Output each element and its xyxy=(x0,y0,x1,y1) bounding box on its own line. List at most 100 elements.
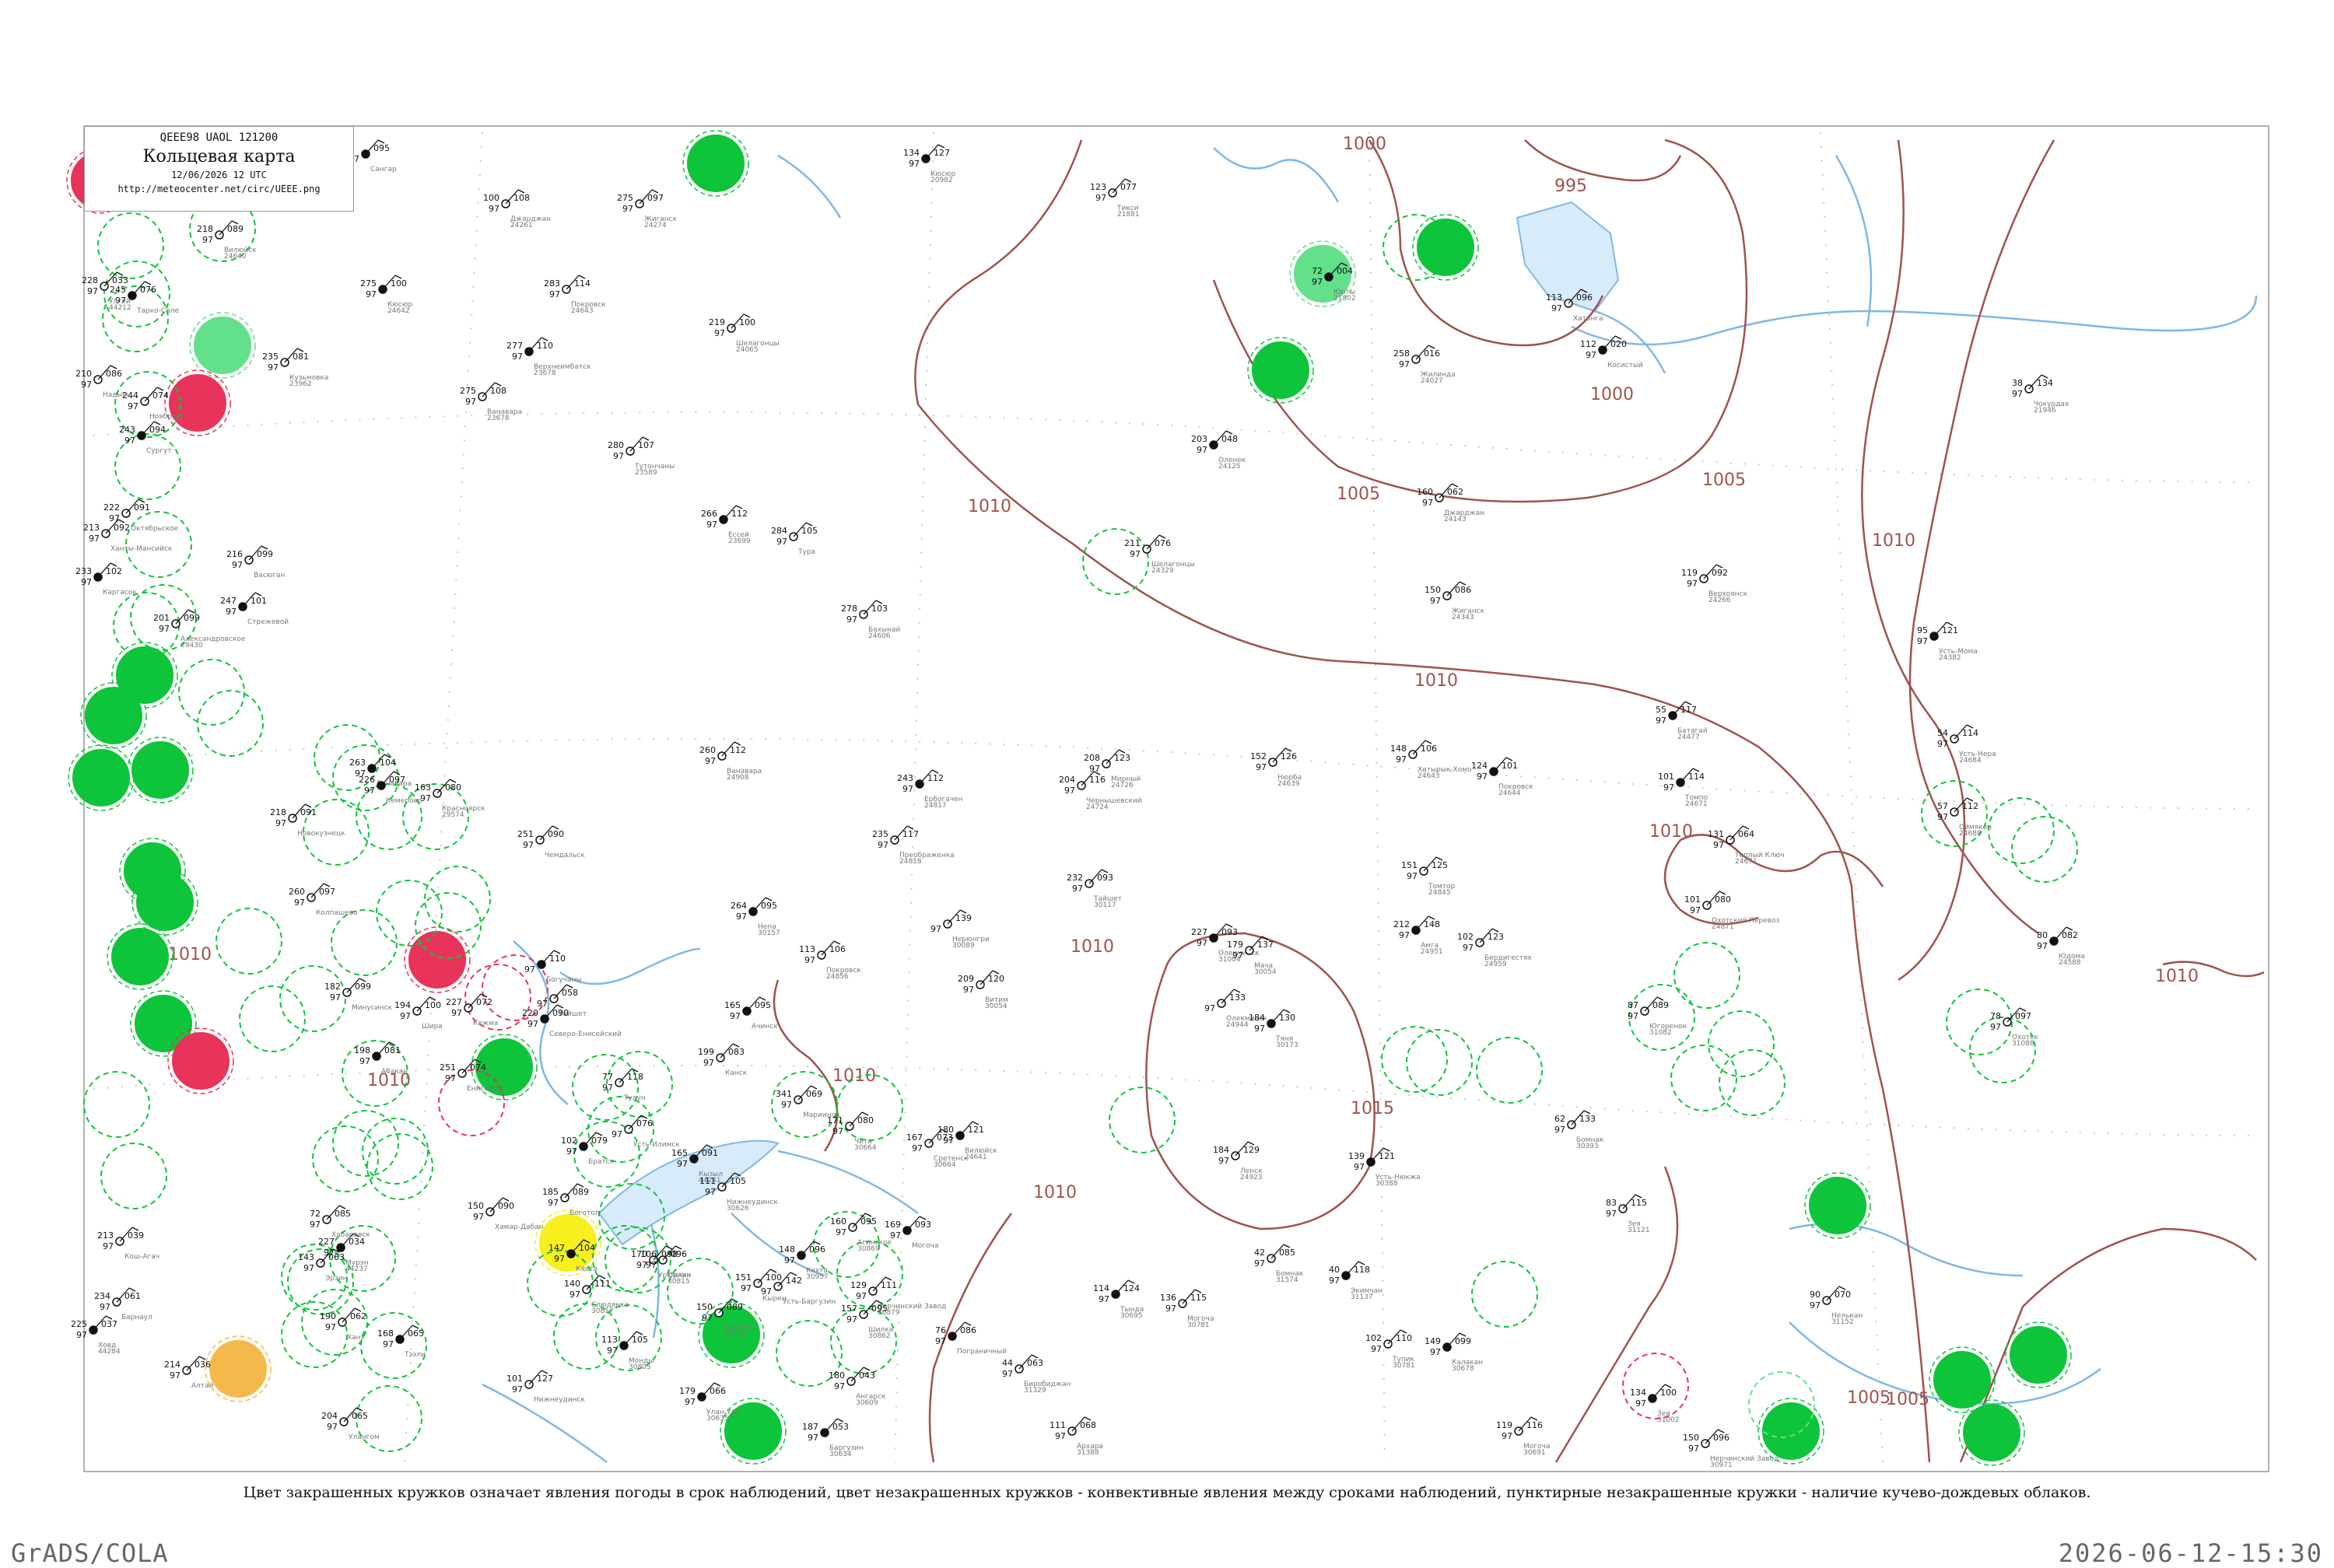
station-dewpoint: 97 xyxy=(1312,277,1323,287)
station-temperature: 283 xyxy=(544,278,560,289)
station-temperature: 211 xyxy=(1124,538,1141,548)
station-plot: 40 1189731137Экимчан xyxy=(1329,1261,1383,1301)
station-pressure: 058 xyxy=(562,988,578,998)
station-plot: 225 0379744284Ховд xyxy=(71,1315,121,1356)
station-name: Агинское xyxy=(857,1239,892,1247)
phenomenon-circle-filled xyxy=(169,374,226,432)
station-pressure: 123 xyxy=(1114,753,1130,763)
station-temperature: 77 xyxy=(602,1072,613,1082)
station-pressure: 090 xyxy=(548,829,564,839)
station-temperature: 95 xyxy=(1917,625,1928,635)
station-plot: 232 0939730117Тайшет xyxy=(1067,869,1122,909)
station-pressure: 134 xyxy=(2037,378,2053,388)
station-dewpoint: 97 xyxy=(445,1073,456,1083)
station-pressure: 091 xyxy=(702,1148,718,1158)
station-temperature: 260 xyxy=(699,745,716,755)
station-name: Усть-Нюкжа xyxy=(1376,1174,1421,1181)
station-dewpoint: 97 xyxy=(1399,930,1410,940)
station-dewpoint: 97 xyxy=(1165,1304,1176,1314)
station-pressure: 099 xyxy=(1455,1336,1471,1346)
station-dewpoint: 97 xyxy=(1197,938,1207,948)
station-plot: 72 085 97 Хабаровск xyxy=(310,1205,370,1239)
station-dewpoint: 97 xyxy=(327,1422,338,1432)
source-url[interactable]: http://meteocenter.net/circ/UEEE.png xyxy=(85,184,353,194)
station-name: Покровск xyxy=(571,301,606,309)
isobar-label: 1005 xyxy=(1886,1390,1929,1409)
station-dewpoint: 97 xyxy=(702,1313,713,1323)
station-temperature: 101 xyxy=(506,1374,523,1384)
station-dewpoint: 97 xyxy=(81,380,92,390)
station-dewpoint: 97 xyxy=(100,1302,110,1312)
station-temperature: 119 xyxy=(1681,568,1698,578)
station-dewpoint: 97 xyxy=(294,898,305,908)
station-name: Юрты xyxy=(1333,289,1355,296)
station-name: Тура xyxy=(797,548,815,556)
station-plot: 275 1089723678Ванавара xyxy=(460,382,522,422)
station-plot: 150 0869724343Жиганск xyxy=(1425,581,1485,621)
station-plot: 76 086 97 Пограничный xyxy=(935,1321,1007,1356)
station-dewpoint: 97 xyxy=(202,235,213,245)
phenomenon-circle-dashed xyxy=(312,1125,379,1192)
station-dewpoint: 97 xyxy=(613,451,624,461)
station-plot: 234 061 97 Барнаул xyxy=(94,1287,152,1321)
station-plot: 101 0809724871Охотский Перевоз xyxy=(1684,891,1779,931)
station-pressure: 112 xyxy=(730,745,746,755)
station-plot: 203 0489724125Оленек xyxy=(1191,430,1246,471)
isobar-label: 1005 xyxy=(1337,485,1380,504)
station-dewpoint: 97 xyxy=(1713,840,1724,850)
station-plot: 101 1149724671Томпо xyxy=(1658,768,1708,808)
station-name: Вилюйск xyxy=(965,1147,997,1155)
station-name: Улан-Удэ xyxy=(706,1409,740,1416)
station-name: Канск xyxy=(725,1069,748,1077)
station-pressure: 117 xyxy=(902,829,919,839)
station-pressure: 120 xyxy=(988,974,1004,984)
station-dewpoint: 97 xyxy=(1354,1162,1365,1172)
station-pressure: 039 xyxy=(128,1230,144,1241)
legend-caption: Цвет закрашенных кружков означает явлени… xyxy=(243,1484,2091,1501)
phenomenon-circle-dashed xyxy=(1708,1010,1775,1077)
station-plot: 168 065 97 Тээли xyxy=(377,1325,426,1359)
station-name: Бомнак xyxy=(1276,1270,1304,1278)
station-pressure: 105 xyxy=(632,1335,648,1345)
station-pressure: 107 xyxy=(638,440,654,450)
station-dewpoint: 97 xyxy=(834,1381,845,1391)
station-temperature: 185 xyxy=(542,1187,559,1197)
station-name: Мурэн xyxy=(345,1259,369,1267)
station-dewpoint: 97 xyxy=(310,1220,321,1230)
station-name: Ачинск xyxy=(752,1023,778,1031)
station-plot: 152 1269724639Нюрба xyxy=(1250,747,1302,788)
phenomenon-circle-dashed xyxy=(178,659,245,726)
station-dewpoint: 97 xyxy=(1937,739,1948,749)
station-pressure: 073 xyxy=(937,1132,953,1143)
station-temperature: 264 xyxy=(731,901,747,911)
station-plot: 111 1059730626Нижнеудинск xyxy=(699,1172,778,1213)
station-name: Жилинда xyxy=(1421,371,1456,379)
station-plot: 163 0809729574Красноярск xyxy=(415,779,485,819)
station-dewpoint: 97 xyxy=(548,1198,559,1208)
station-plot: 204 065 97 Улангом xyxy=(321,1407,380,1441)
bulletin-code: QEEE98 UAOL 121200 xyxy=(159,131,279,144)
station-plot: 124 1019724644Покровск xyxy=(1471,757,1533,797)
station-plot: 213 039 97 Кош-Агач xyxy=(97,1227,159,1261)
station-temperature: 57 xyxy=(1937,801,1948,811)
station-temperature: 243 xyxy=(897,773,913,783)
station-temperature: 199 xyxy=(698,1047,714,1057)
station-plot: 280 1079723589Тутончаны xyxy=(608,436,675,477)
station-temperature: 275 xyxy=(460,386,476,396)
station-name: Экимчан xyxy=(1351,1287,1383,1295)
station-temperature: 184 xyxy=(1213,1145,1229,1155)
station-name: Тупик xyxy=(1392,1356,1415,1363)
station-temperature: 102 xyxy=(1457,932,1474,942)
station-plot: 42 0859731574Бомнак xyxy=(1254,1244,1304,1284)
station-plot: 62 1339730393Бомнак xyxy=(1554,1110,1604,1150)
station-plot: 194 100 97 Шира xyxy=(394,996,443,1031)
station-temperature: 180 xyxy=(829,1370,845,1381)
station-plot: 160 0959730869Агинское xyxy=(830,1213,892,1253)
station-name: Вилюйск xyxy=(224,247,257,254)
station-pressure: 076 xyxy=(1155,538,1171,548)
station-dewpoint: 97 xyxy=(781,1100,792,1110)
station-dewpoint: 97 xyxy=(87,286,98,296)
station-temperature: 227 xyxy=(1191,927,1207,937)
isobar-label: 1005 xyxy=(1702,471,1746,490)
station-name: Кяхта xyxy=(806,1267,828,1275)
